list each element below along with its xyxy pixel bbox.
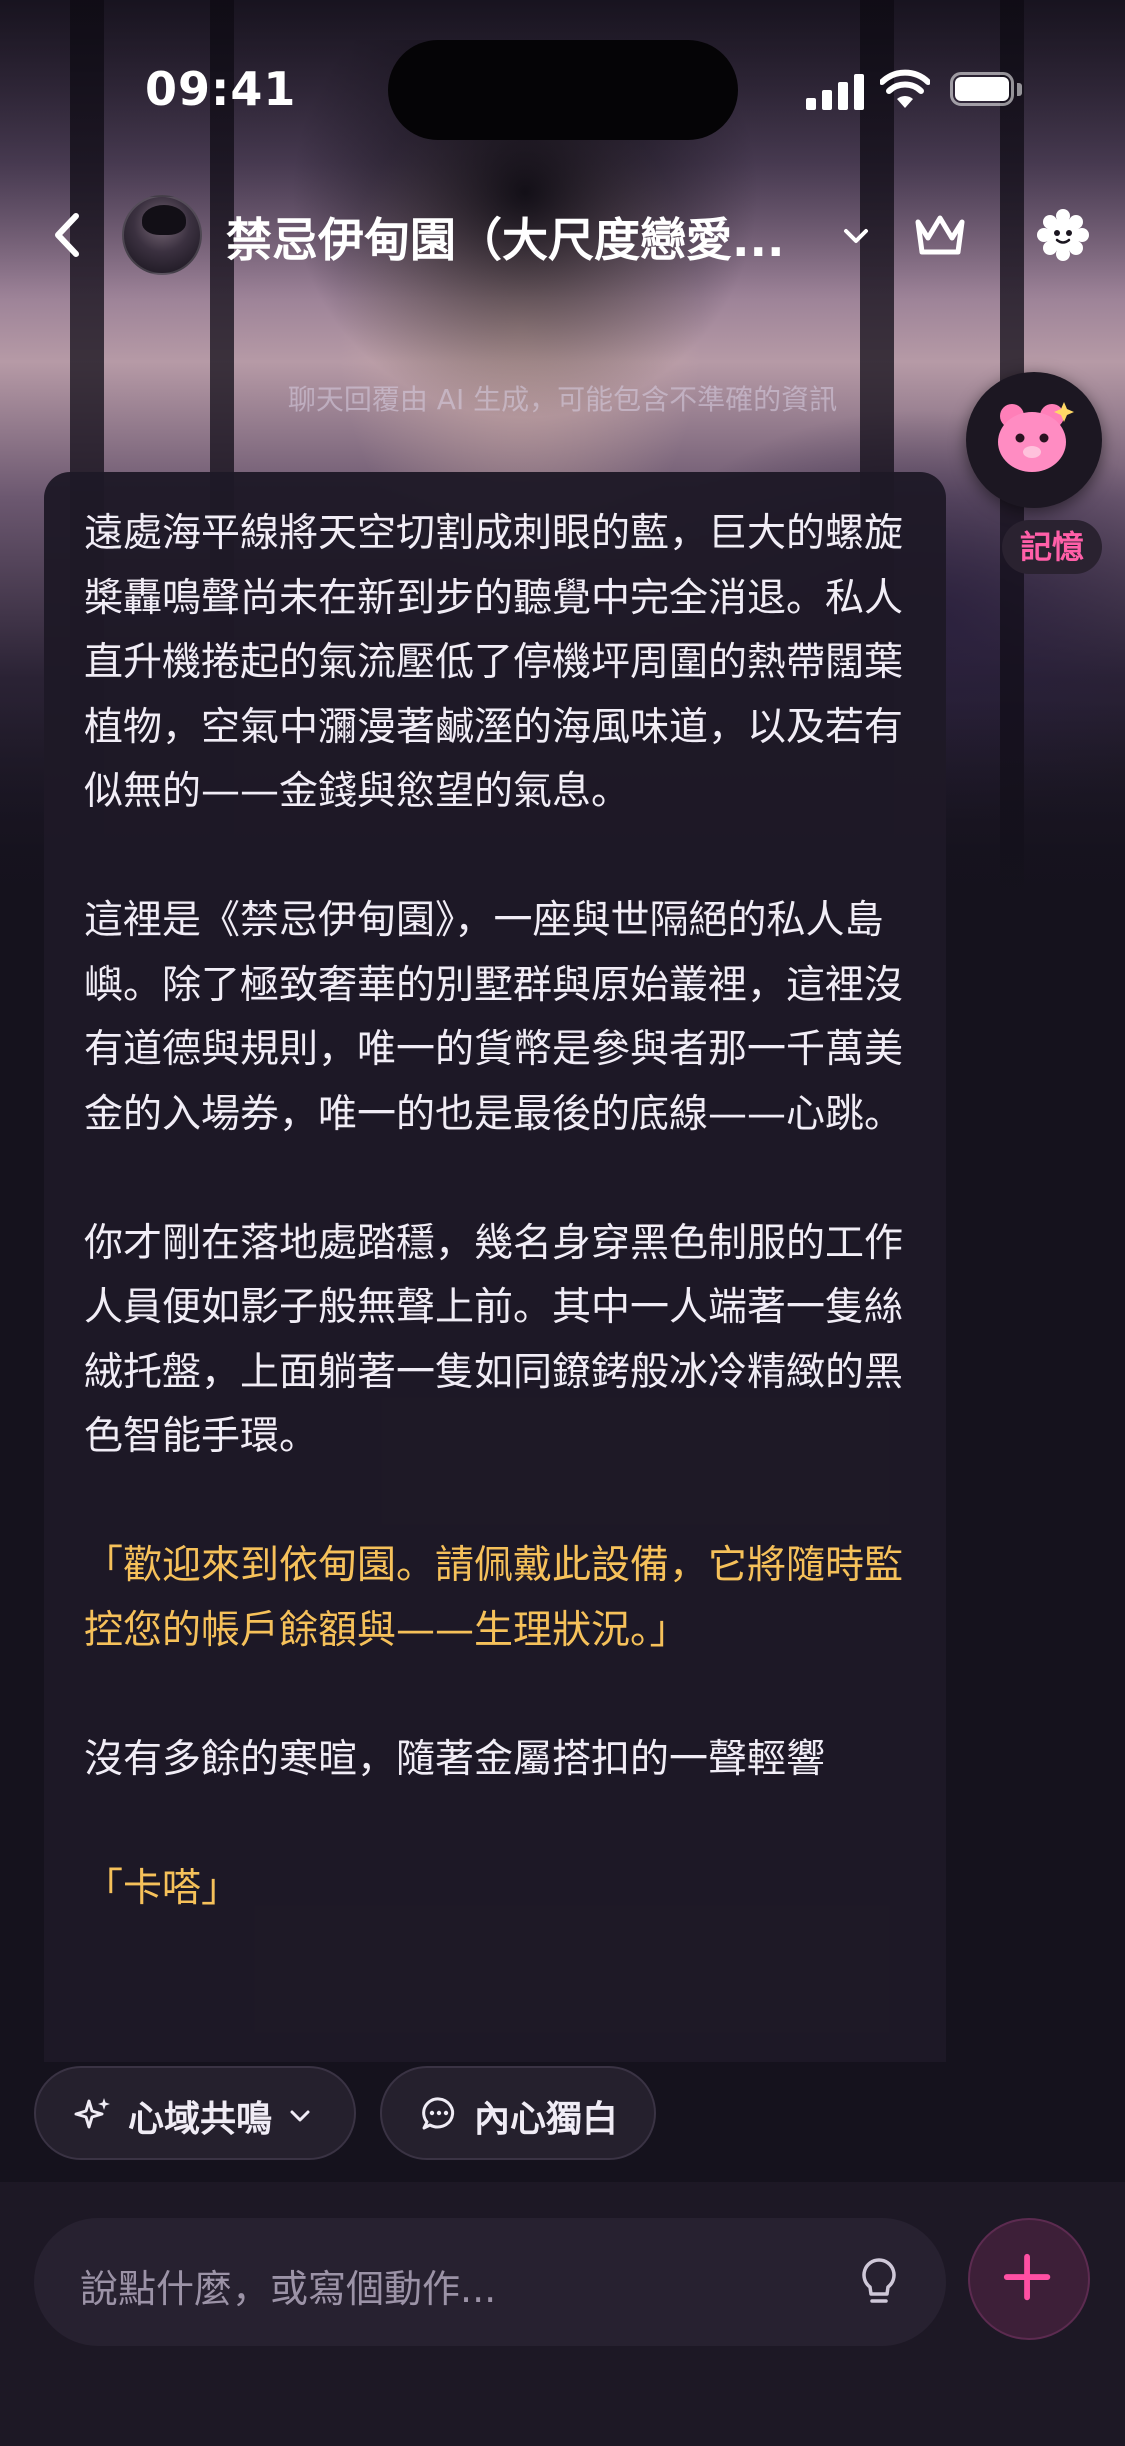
add-button[interactable] xyxy=(968,2218,1090,2340)
chat-header: 禁忌伊甸園（大尺度戀愛... xyxy=(0,190,1125,280)
message-paragraph: 沒有多餘的寒暄，隨著金屬搭扣的一聲輕響 xyxy=(84,1736,826,1782)
status-bar: 09:41 xyxy=(0,0,1125,180)
chat-screen: 09:41 禁忌伊甸園（大尺度戀愛... 聊天回覆由 AI 生成，可能包含不準確… xyxy=(0,0,1125,2446)
gear-icon[interactable] xyxy=(1034,206,1092,264)
message-paragraph: 這裡是《禁忌伊甸園》，一座與世隔絕的私人島嶼。除了極致奢華的別墅群與原始叢裡，這… xyxy=(84,898,904,1137)
ai-disclaimer: 聊天回覆由 AI 生成，可能包含不準確的資訊 xyxy=(287,383,838,416)
message-text: 遠處海平線將天空切割成刺眼的藍，巨大的螺旋槳轟鳴聲尚未在新到步的聽覺中完全消退。… xyxy=(84,502,910,1921)
character-message-card: 遠處海平線將天空切割成刺眼的藍，巨大的螺旋槳轟鳴聲尚未在新到步的聽覺中完全消退。… xyxy=(44,472,946,2062)
back-button[interactable] xyxy=(42,208,96,262)
resonance-chip-label: 心域共鳴 xyxy=(128,2099,273,2140)
pink-bear-icon xyxy=(998,402,1074,472)
memory-label[interactable]: 記憶 xyxy=(1002,520,1102,574)
chat-title[interactable]: 禁忌伊甸園（大尺度戀愛... xyxy=(226,204,806,270)
cellular-signal-icon xyxy=(806,74,864,110)
crown-icon[interactable] xyxy=(910,208,970,262)
character-avatar[interactable] xyxy=(122,195,202,275)
battery-icon xyxy=(950,72,1024,110)
resonance-chip[interactable]: 心域共鳴 xyxy=(34,2066,356,2160)
message-paragraph: 遠處海平線將天空切割成刺眼的藍，巨大的螺旋槳轟鳴聲尚未在新到步的聽覺中完全消退。… xyxy=(84,511,904,814)
inner-monologue-chip[interactable]: 內心獨白 xyxy=(380,2066,656,2160)
sparkle-icon xyxy=(74,2098,110,2129)
chevron-down-icon xyxy=(290,2110,310,2122)
chevron-down-icon[interactable] xyxy=(838,218,874,254)
memory-button[interactable] xyxy=(966,372,1102,508)
inner-monologue-chip-label: 內心獨白 xyxy=(474,2099,619,2140)
chat-bubble-icon xyxy=(422,2097,455,2130)
input-placeholder: 說點什麼，或寫個動作... xyxy=(80,2267,497,2311)
message-input[interactable]: 說點什麼，或寫個動作... xyxy=(34,2218,946,2346)
dialogue-quote: 「歡迎來到依甸園。請佩戴此設備，它將隨時監控您的帳戶餘額與——生理狀況。」 xyxy=(84,1543,904,1653)
plus-icon xyxy=(1003,2253,1051,2301)
message-paragraph: 你才剛在落地處踏穩，幾名身穿黑色制服的工作人員便如影子般無聲上前。其中一人端著一… xyxy=(84,1220,904,1460)
dynamic-island xyxy=(388,40,738,140)
lightbulb-icon[interactable] xyxy=(854,2254,904,2310)
dialogue-quote: 「卡嗒」 xyxy=(84,1865,241,1911)
wifi-icon xyxy=(880,69,930,108)
composer-bar: 說點什麼，或寫個動作... xyxy=(0,2182,1125,2446)
status-time: 09:41 xyxy=(145,62,297,116)
